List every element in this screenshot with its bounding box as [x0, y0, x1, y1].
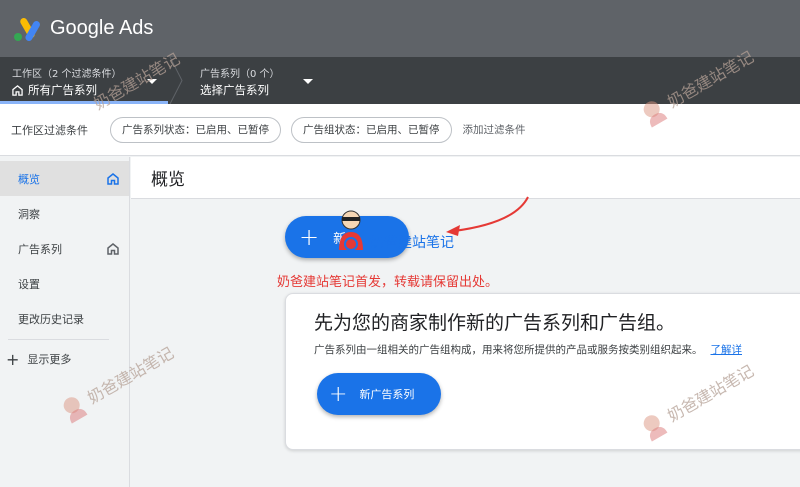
sidebar-item-label: 概览 — [18, 172, 40, 186]
home-icon — [12, 84, 23, 96]
card-description: 广告系列由一组相关的广告组构成，用来将您所提供的产品或服务按类别组织起来。 了解详 — [314, 342, 742, 357]
annotation-arrow-icon — [446, 196, 529, 236]
campaign-status-chip[interactable]: 广告系列状态：已启用、已暂停 — [110, 116, 281, 143]
card-description-text: 广告系列由一组相关的广告组构成，用来将您所提供的产品或服务按类别组织起来。 — [314, 344, 703, 356]
sidebar-item-label: 更改历史记录 — [18, 312, 84, 326]
campaign-label: 广告系列（0 个） — [200, 69, 280, 80]
workspace-label: 工作区（2 个过滤条件） — [12, 69, 122, 80]
sidebar-item-label: 洞察 — [18, 207, 40, 221]
sidebar: 概览 洞察 广告系列 设置 更改历史记录 + 显示更多 — [0, 157, 130, 487]
filter-bar: 工作区过滤条件 广告系列状态：已启用、已暂停 广告组状态：已启用、已暂停 添加过… — [0, 104, 800, 156]
campaign-value: 选择广告系列 — [200, 83, 269, 97]
sidebar-item-label: 设置 — [18, 277, 40, 291]
learn-more-link[interactable]: 了解详 — [711, 344, 743, 356]
brand-name: Google Ads — [50, 17, 154, 39]
home-icon — [107, 243, 119, 255]
campaign-dropdown-icon[interactable] — [303, 79, 313, 84]
show-more-label: 显示更多 — [27, 353, 72, 366]
plus-icon: + — [299, 223, 320, 251]
new-campaign-button[interactable]: + 新广告系列 — [317, 373, 441, 415]
add-filter-button[interactable]: 添加过滤条件 — [463, 122, 526, 137]
card-title: 先为您的商家制作新的广告系列和广告组。 — [314, 312, 676, 334]
sidebar-item-campaigns[interactable]: 广告系列 — [0, 231, 129, 266]
plus-icon: + — [6, 349, 20, 369]
workspace-value: 所有广告系列 — [28, 83, 97, 97]
sidebar-item-change-history[interactable]: 更改历史记录 — [0, 301, 129, 336]
adgroup-status-chip[interactable]: 广告组状态：已启用、已暂停 — [291, 116, 452, 143]
new-campaign-label: 新广告系列 — [359, 388, 415, 401]
page-title: 概览 — [131, 157, 800, 199]
sidebar-item-overview[interactable]: 概览 — [0, 161, 129, 196]
sidebar-item-settings[interactable]: 设置 — [0, 266, 129, 301]
sidebar-item-insights[interactable]: 洞察 — [0, 196, 129, 231]
sidebar-item-label: 广告系列 — [18, 242, 62, 256]
filter-title: 工作区过滤条件 — [11, 123, 88, 137]
annotation-note: 奶爸建站笔记首发，转载请保留出处。 — [277, 275, 499, 290]
watermark-text-blue: 奶爸建站笔记 — [370, 235, 454, 251]
home-icon — [107, 173, 119, 185]
mascot-icon — [339, 210, 363, 251]
campaign-selector[interactable]: 广告系列（0 个） 选择广告系列 — [200, 65, 280, 98]
top-bar: Google Ads — [0, 0, 800, 57]
google-ads-logo-icon[interactable] — [13, 16, 41, 42]
plus-icon: + — [329, 381, 348, 407]
